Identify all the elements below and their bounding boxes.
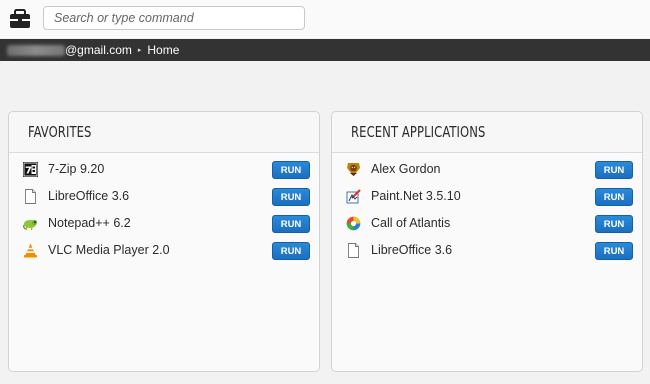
blurred-username (7, 44, 65, 56)
favorites-title: FAVORITES (28, 123, 92, 141)
libreoffice-document-icon (25, 189, 36, 204)
app-name: Alex Gordon (371, 162, 441, 176)
recent-applications-panel: RECENT APPLICATIONS Alex Gordon RUN Pain… (331, 111, 643, 372)
list-item[interactable]: Paint.Net 3.5.10 RUN (332, 183, 642, 210)
app-name: LibreOffice 3.6 (371, 243, 453, 257)
search-input[interactable] (43, 6, 305, 30)
vlc-cone-icon (24, 243, 37, 258)
app-name: VLC Media Player 2.0 (48, 243, 170, 257)
suitcase-logo-icon[interactable] (9, 9, 31, 29)
run-button[interactable]: RUN (272, 161, 310, 179)
app-name: Paint.Net 3.5.10 (371, 189, 461, 203)
list-item[interactable]: Notepad++ 6.2 RUN (9, 210, 319, 237)
run-button[interactable]: RUN (595, 161, 633, 179)
breadcrumb-home[interactable]: Home (147, 43, 179, 57)
run-button[interactable]: RUN (595, 188, 633, 206)
favorites-header: FAVORITES (9, 112, 319, 153)
recent-applications-title: RECENT APPLICATIONS (351, 123, 486, 141)
run-button[interactable]: RUN (595, 242, 633, 260)
email-suffix[interactable]: @gmail.com (65, 43, 132, 57)
app-name: Notepad++ 6.2 (48, 216, 131, 230)
notepadpp-chameleon-icon (23, 219, 38, 230)
7zip-icon: 7 (23, 162, 38, 177)
list-item[interactable]: 7 7-Zip 9.20 RUN (9, 156, 319, 183)
app-name: LibreOffice 3.6 (48, 189, 130, 203)
list-item[interactable]: LibreOffice 3.6 RUN (9, 183, 319, 210)
list-item[interactable]: Alex Gordon RUN (332, 156, 642, 183)
list-item[interactable]: Call of Atlantis RUN (332, 210, 642, 237)
svg-text:7: 7 (25, 166, 32, 177)
libreoffice-document-icon (348, 243, 359, 258)
run-button[interactable]: RUN (272, 188, 310, 206)
app-name: Call of Atlantis (371, 216, 451, 230)
run-button[interactable]: RUN (272, 242, 310, 260)
list-item[interactable]: VLC Media Player 2.0 RUN (9, 237, 319, 264)
breadcrumb: @gmail.com ▸ Home (0, 39, 650, 61)
run-button[interactable]: RUN (595, 215, 633, 233)
favorites-list: 7 7-Zip 9.20 RUN LibreOffice 3.6 RUN Not… (9, 153, 319, 264)
alex-gordon-icon (347, 163, 360, 176)
favorites-panel: FAVORITES 7 7-Zip 9.20 RUN LibreOffice 3… (8, 111, 320, 372)
list-item[interactable]: LibreOffice 3.6 RUN (332, 237, 642, 264)
run-button[interactable]: RUN (272, 215, 310, 233)
recent-applications-header: RECENT APPLICATIONS (332, 112, 642, 153)
call-of-atlantis-icon (346, 216, 361, 231)
recent-applications-list: Alex Gordon RUN Paint.Net 3.5.10 RUN Cal… (332, 153, 642, 264)
top-bar (0, 0, 650, 38)
app-name: 7-Zip 9.20 (48, 162, 105, 176)
paintnet-icon (346, 189, 361, 204)
breadcrumb-separator-icon: ▸ (137, 47, 142, 54)
